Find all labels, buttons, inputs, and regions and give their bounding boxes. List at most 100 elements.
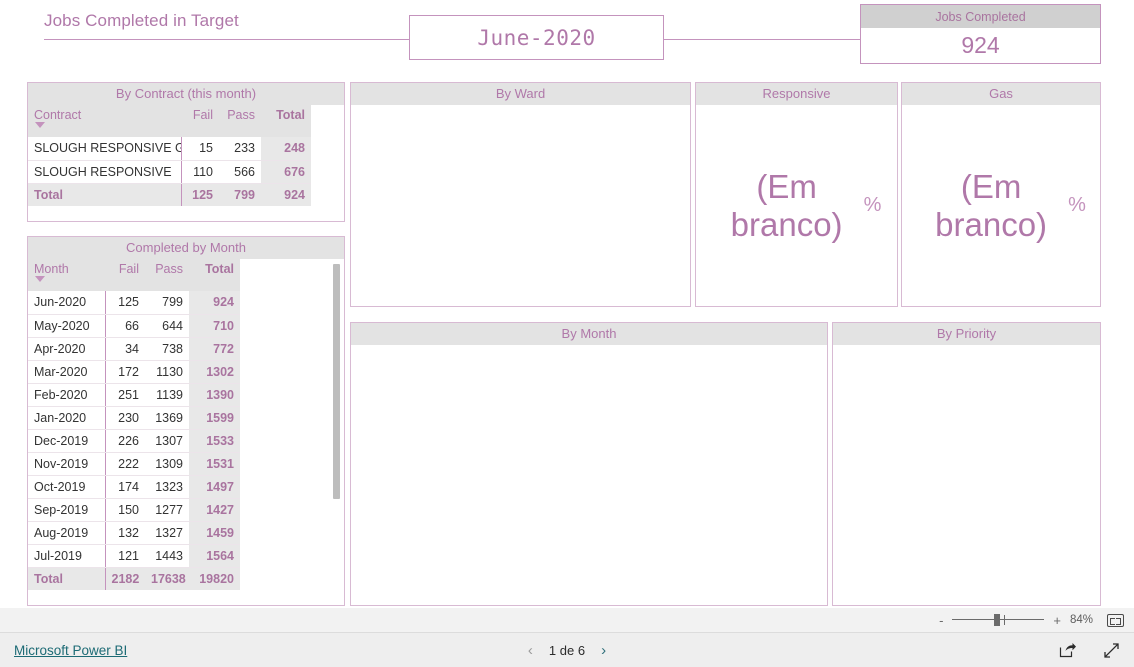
table-total-row: Total 2182 17638 19820 <box>28 566 240 590</box>
cell-pass: 566 <box>219 160 261 184</box>
cell-total-total: 924 <box>261 182 311 206</box>
table-row[interactable]: Mar-2020 172 1130 1302 <box>28 360 240 384</box>
cell-total: 1427 <box>189 498 240 522</box>
panel-by-month[interactable]: By Month <box>350 322 828 606</box>
panel-title-by-ward: By Ward <box>351 83 690 105</box>
panel-completed-by-month[interactable]: Completed by Month Month Fail Pass Total… <box>27 236 345 606</box>
cell-pass: 1139 <box>145 383 189 407</box>
cell-total: 1459 <box>189 521 240 545</box>
column-header-label: Month <box>34 262 69 276</box>
sort-descending-icon[interactable] <box>35 276 45 282</box>
cell-total-pass: 17638 <box>145 566 189 590</box>
footer-actions <box>1059 642 1120 659</box>
table-row[interactable]: Jul-2019 121 1443 1564 <box>28 544 240 568</box>
cell-total-pass: 799 <box>219 182 261 206</box>
panel-title-by-priority: By Priority <box>833 323 1100 345</box>
column-header-fail[interactable]: Fail <box>181 105 219 137</box>
powerbi-brand-link[interactable]: Microsoft Power BI <box>14 643 127 658</box>
cell-total: 1533 <box>189 429 240 453</box>
table-row[interactable]: Apr-2020 34 738 772 <box>28 337 240 361</box>
blank-value-wrap: (Em branco) % <box>916 168 1086 244</box>
panel-by-ward[interactable]: By Ward <box>350 82 691 307</box>
cell-month: Dec-2019 <box>28 429 106 453</box>
table-row[interactable]: Feb-2020 251 1139 1390 <box>28 383 240 407</box>
table-header-row: Contract Fail Pass Total <box>28 105 311 137</box>
cell-total: 710 <box>189 314 240 338</box>
cell-pass: 1277 <box>145 498 189 522</box>
column-header-pass[interactable]: Pass <box>145 259 189 291</box>
panel-by-priority[interactable]: By Priority <box>832 322 1101 606</box>
fit-to-page-icon[interactable] <box>1107 613 1124 627</box>
cell-pass: 1443 <box>145 544 189 568</box>
cell-pass: 233 <box>219 137 261 161</box>
cell-total-fail: 125 <box>181 182 219 206</box>
cell-pass: 1327 <box>145 521 189 545</box>
panel-responsive[interactable]: Responsive (Em branco) % <box>695 82 898 307</box>
cell-pass: 1307 <box>145 429 189 453</box>
cell-fail: 150 <box>105 498 145 522</box>
cell-pass: 738 <box>145 337 189 361</box>
table-row[interactable]: Dec-2019 226 1307 1533 <box>28 429 240 453</box>
cell-total: 1531 <box>189 452 240 476</box>
cell-month: Feb-2020 <box>28 383 106 407</box>
table-total-row: Total 125 799 924 <box>28 182 311 206</box>
panel-body-by-ward <box>351 105 690 306</box>
panel-by-contract[interactable]: By Contract (this month) Contract Fail P… <box>27 82 345 222</box>
fullscreen-icon[interactable] <box>1103 642 1120 659</box>
cell-total: 924 <box>189 291 240 315</box>
column-header-month[interactable]: Month <box>28 259 105 291</box>
column-header-contract[interactable]: Contract <box>28 105 181 137</box>
sort-descending-icon[interactable] <box>35 122 45 128</box>
month-slicer[interactable]: June-2020 <box>409 15 664 60</box>
cell-pass: 1369 <box>145 406 189 430</box>
month-slicer-value: June-2020 <box>477 25 596 50</box>
cell-total: 1564 <box>189 544 240 568</box>
zoom-out-button[interactable]: - <box>939 614 943 627</box>
table-row[interactable]: Jan-2020 230 1369 1599 <box>28 406 240 430</box>
column-header-total[interactable]: Total <box>261 105 311 137</box>
table-header-row: Month Fail Pass Total <box>28 259 240 291</box>
cell-fail: 125 <box>105 291 145 315</box>
table-row[interactable]: Oct-2019 174 1323 1497 <box>28 475 240 499</box>
cell-month: Mar-2020 <box>28 360 106 384</box>
zoom-slider-thumb[interactable] <box>994 614 1001 626</box>
cell-pass: 1323 <box>145 475 189 499</box>
chevron-left-icon[interactable]: ‹ <box>528 642 533 659</box>
column-header-pass[interactable]: Pass <box>219 105 261 137</box>
gas-value: (Em branco) <box>935 167 1048 243</box>
zoom-in-button[interactable]: + <box>1053 614 1061 627</box>
vertical-scrollbar-thumb[interactable] <box>333 264 340 499</box>
page-navigator: ‹ 1 de 6 › <box>528 642 606 659</box>
column-header-total[interactable]: Total <box>189 259 240 291</box>
panel-body-by-priority <box>833 345 1100 605</box>
table-row[interactable]: Sep-2019 150 1277 1427 <box>28 498 240 522</box>
share-icon[interactable] <box>1059 642 1077 658</box>
column-header-label: Contract <box>34 108 82 122</box>
cell-total-fail: 2182 <box>105 566 145 590</box>
report-canvas: Jobs Completed in Target June-2020 Jobs … <box>0 0 1134 608</box>
kpi-card-jobs-completed[interactable]: Jobs Completed 924 <box>860 4 1101 64</box>
chevron-right-icon[interactable]: › <box>601 642 606 659</box>
vertical-scrollbar-track[interactable] <box>333 261 342 579</box>
cell-fail: 222 <box>105 452 145 476</box>
cell-pass: 799 <box>145 291 189 315</box>
table-by-contract[interactable]: Contract Fail Pass Total SLOUGH RESPONSI… <box>28 105 311 206</box>
zoom-slider[interactable] <box>952 614 1045 626</box>
cell-total: 248 <box>261 137 311 161</box>
column-header-fail[interactable]: Fail <box>105 259 145 291</box>
panel-title-responsive: Responsive <box>696 83 897 105</box>
table-completed-by-month[interactable]: Month Fail Pass Total Jun-2020 125 799 924 M… <box>28 259 240 590</box>
panel-title-by-contract: By Contract (this month) <box>28 83 344 105</box>
table-body-completed-by-month: Jun-2020 125 799 924 May-2020 66 644 710 Apr-202… <box>28 291 240 590</box>
table-row[interactable]: SLOUGH RESPONSIVE 110 566 676 <box>28 160 311 184</box>
table-row[interactable]: May-2020 66 644 710 <box>28 314 240 338</box>
table-row[interactable]: Nov-2019 222 1309 1531 <box>28 452 240 476</box>
panel-gas[interactable]: Gas (Em branco) % <box>901 82 1101 307</box>
cell-contract: SLOUGH RESPONSIVE GAS <box>28 137 182 161</box>
cell-pass: 1309 <box>145 452 189 476</box>
table-row[interactable]: Aug-2019 132 1327 1459 <box>28 521 240 545</box>
table-row[interactable]: SLOUGH RESPONSIVE GAS 15 233 248 <box>28 137 311 161</box>
table-row[interactable]: Jun-2020 125 799 924 <box>28 291 240 315</box>
responsive-unit: % <box>863 194 882 216</box>
cell-month: Apr-2020 <box>28 337 106 361</box>
